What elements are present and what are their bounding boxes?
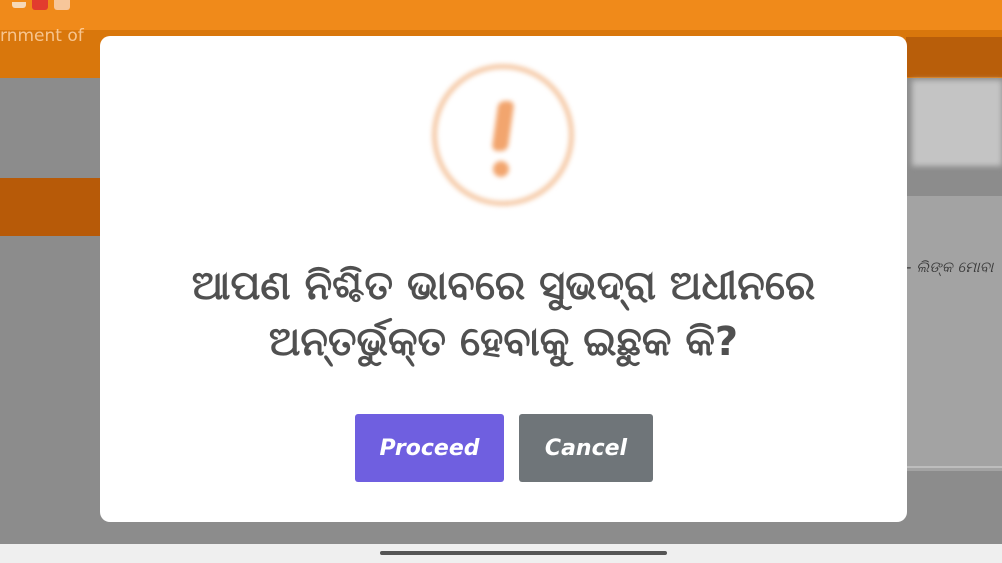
notification-icon xyxy=(12,2,26,8)
cancel-button[interactable]: Cancel xyxy=(519,414,653,482)
proceed-button[interactable]: Proceed xyxy=(355,414,504,482)
form-label-partial: - ଲିଙ୍କ ମୋବା xyxy=(906,258,994,276)
blurred-card xyxy=(912,80,1002,166)
home-indicator[interactable] xyxy=(380,551,667,555)
dialog-message-line2: ଅନ୍ତର୍ଭୁକ୍ତ ହେବାକୁ ଇଛୁକ କି? xyxy=(268,319,739,365)
dialog-message: ଆପଣ ନିଶ୍ଚିତ ଭାବରେ ସୁଭଦ୍ରା ଅଧୀନରେ ଅନ୍ତର୍ଭ… xyxy=(120,258,887,370)
header-title-partial: rnment of xyxy=(0,26,84,46)
exclamation-bar xyxy=(491,101,515,151)
form-panel xyxy=(906,196,1002,471)
dialog-message-line1: ଆପଣ ନିଶ୍ଚିତ ଭାବରେ ସୁଭଦ୍ରା ଅଧୀନରେ xyxy=(191,263,816,309)
status-bar xyxy=(0,0,1002,30)
divider xyxy=(906,466,1002,468)
warning-icon xyxy=(432,64,574,206)
app-badge-icon-2 xyxy=(54,0,70,10)
status-icons xyxy=(12,0,70,10)
exclamation-dot xyxy=(493,161,509,177)
app-badge-icon xyxy=(32,0,48,10)
header-right-strip xyxy=(906,37,1002,77)
